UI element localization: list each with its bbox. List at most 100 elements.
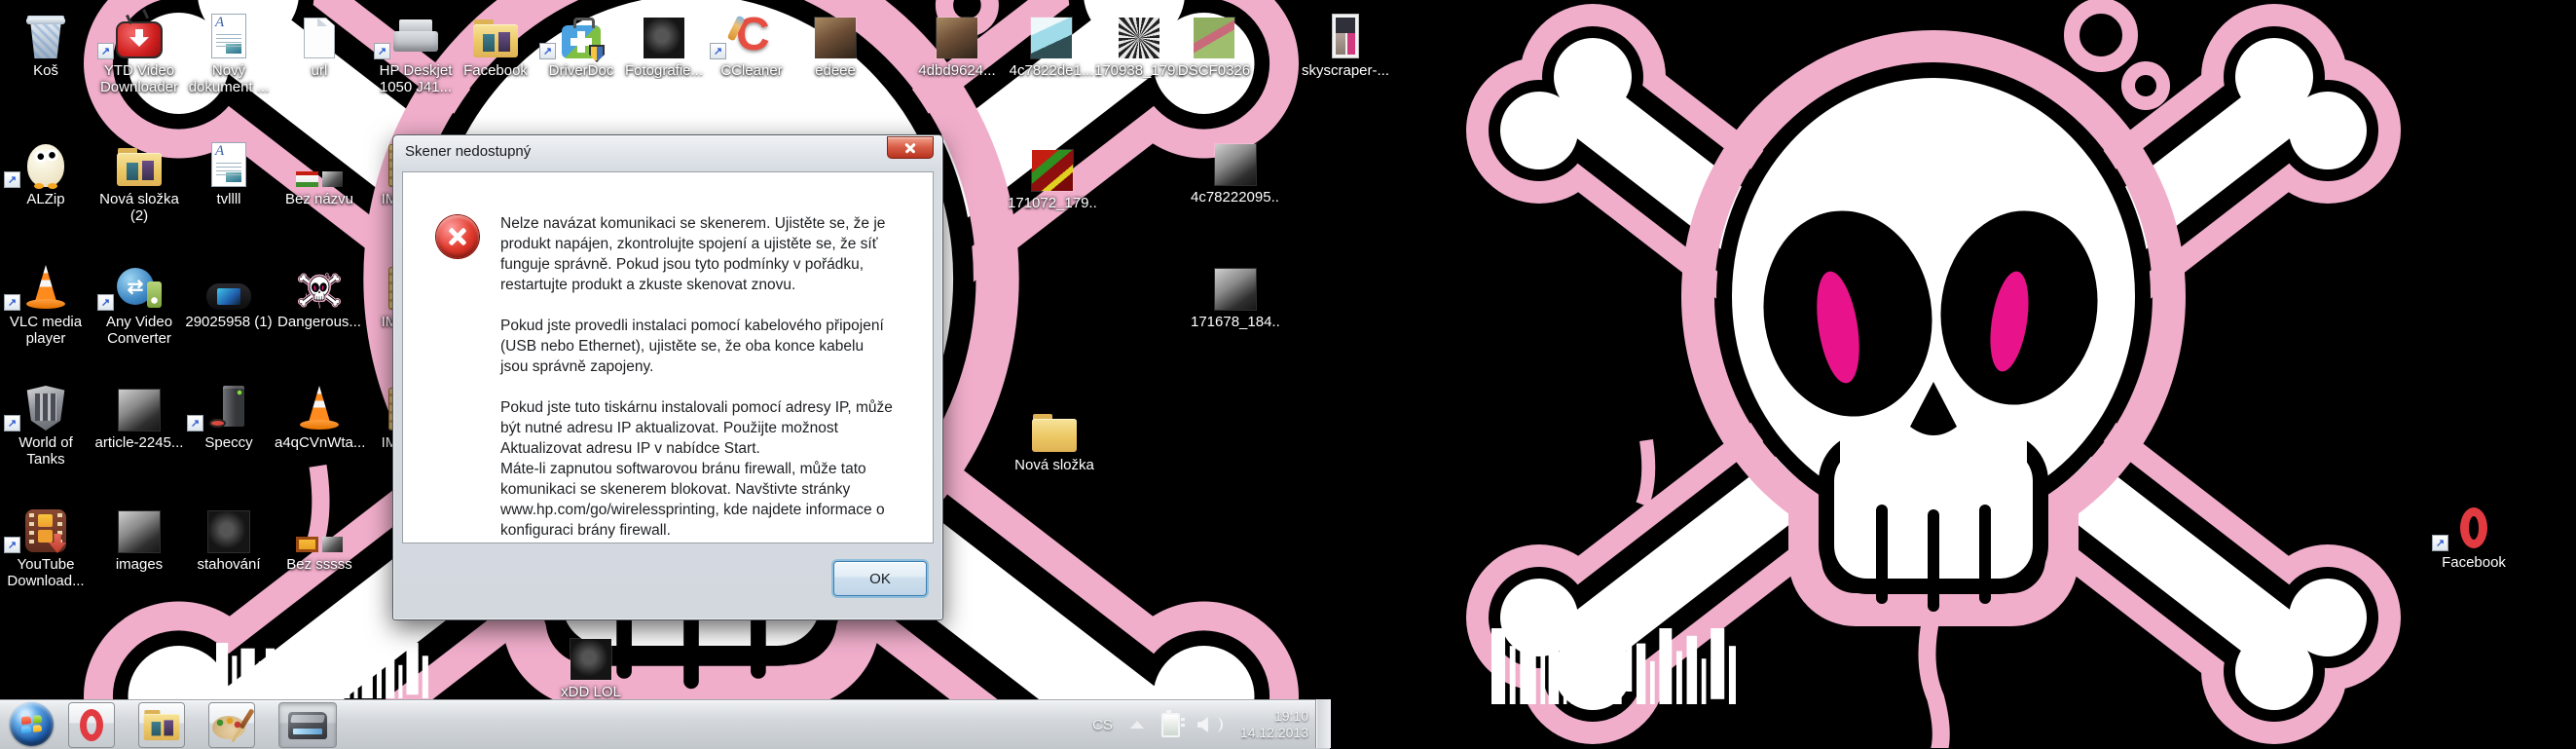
icon-label: Bez sssss — [286, 556, 352, 573]
shortcut-arrow-icon: ↗ — [188, 416, 202, 431]
taskbar-buttons — [68, 702, 337, 748]
skull-mini-icon — [275, 261, 364, 310]
desktop-icon-nov-slo-ka[interactable]: Nová složka — [1010, 404, 1099, 473]
desktop-icon-171678-184[interactable]: 171678_184... — [1191, 261, 1280, 330]
shortcut-arrow-icon: ↗ — [5, 172, 19, 187]
desktop-icon-dangerous[interactable]: Dangerous... — [275, 261, 364, 330]
desktop-icon-skyscraper[interactable]: skyscraper-... — [1301, 10, 1390, 79]
icon-label: Facebook — [463, 62, 528, 79]
icon-label: VLC media player — [9, 314, 83, 347]
desktop-icon-fotografie[interactable]: Fotografie... — [619, 10, 709, 79]
icon-label: 4dbd9624... — [918, 62, 996, 79]
page-icon — [184, 10, 274, 58]
desktop-icon-nov-dokument[interactable]: Nový dokument ... — [184, 10, 274, 95]
glyph — [937, 18, 977, 58]
icon-label: 171678_184... — [1191, 314, 1280, 330]
language-indicator[interactable]: CS — [1092, 717, 1113, 733]
ok-button[interactable]: OK — [833, 561, 927, 596]
icon-label: url — [311, 62, 328, 79]
desktop-icon-vlc-media-player[interactable]: ↗ VLC media player — [1, 261, 91, 347]
taskbar: CS 19:10 14.12.2013 — [0, 699, 1330, 749]
glyph — [1215, 144, 1256, 185]
photo-bw-icon — [1191, 261, 1280, 310]
desktop-icon-article-2245[interactable]: article-2245... — [94, 382, 184, 451]
desktop-icon-4c7822de1[interactable]: 4c7822de1... — [1007, 10, 1096, 79]
icon-label: skyscraper-... — [1301, 62, 1389, 79]
show-hidden-icons-icon[interactable] — [1129, 721, 1144, 729]
desktop-icon-stahov-n[interactable]: stahování — [184, 504, 274, 573]
icon-label: Bez názvu — [284, 191, 354, 207]
dialog-paragraph: Máte-li zapnutou softwarovou bránu firew… — [500, 461, 885, 539]
photo-green-icon — [1169, 10, 1259, 58]
taskbar-button-scanner[interactable] — [278, 702, 337, 748]
glyph — [1031, 18, 1072, 58]
start-button[interactable] — [10, 702, 54, 746]
glyph — [1032, 150, 1073, 191]
taskbar-button-opera-tb[interactable] — [68, 702, 115, 748]
icon-label: DriverDoc — [548, 62, 614, 79]
desktop-icon-tvllll[interactable]: tvllll — [184, 138, 274, 207]
dialog-message: Nelze navázat komunikaci se skenerem. Uj… — [500, 213, 894, 561]
desktop-icon-facebook[interactable]: Facebook — [451, 10, 540, 79]
taskbar-button-paint[interactable] — [208, 702, 255, 748]
close-icon[interactable] — [887, 136, 934, 159]
speaker-icon[interactable] — [1196, 717, 1208, 732]
glyph — [815, 18, 856, 58]
shortcut-arrow-icon: ↗ — [98, 295, 113, 310]
page-blank-icon — [275, 10, 364, 58]
tray-clock[interactable]: 19:10 14.12.2013 — [1240, 708, 1308, 741]
desktop-icon-4dbd9624[interactable]: 4dbd9624... — [912, 10, 1002, 79]
taskbar-button-explorer[interactable] — [138, 702, 185, 748]
desktop-icon-any-video-converter[interactable]: ↗ Any Video Converter — [94, 261, 184, 347]
desktop-icon-world-of-tanks[interactable]: ↗ World of Tanks — [1, 382, 91, 468]
photo-dark-icon — [184, 504, 274, 552]
glyph — [393, 19, 438, 58]
icon-label: xDD LOL — [561, 684, 621, 700]
battery-icon[interactable] — [1160, 709, 1185, 737]
desktop-icon-images[interactable]: images — [94, 504, 184, 573]
desktop-icon-29025958-1[interactable]: 29025958 (1) — [184, 261, 274, 330]
glyph — [1032, 414, 1077, 453]
alzip-icon: ↗ — [1, 138, 91, 189]
desktop-icon-youtube-download[interactable]: ↗ YouTube Download... — [1, 504, 91, 589]
desktop-icon-ko[interactable]: Koš — [1, 10, 91, 79]
system-tray: CS 19:10 14.12.2013 — [1092, 700, 1308, 749]
shortcut-arrow-icon: ↗ — [375, 44, 389, 58]
glyph — [473, 19, 518, 58]
photo-bw-icon — [1191, 136, 1280, 185]
icon-label: ALZip — [26, 191, 65, 207]
page-icon — [184, 138, 274, 187]
desktop-icon-url[interactable]: url — [275, 10, 364, 79]
desktop-icon-ccleaner[interactable]: ↗ CCleaner — [707, 8, 796, 79]
desktop-icon-nov-slo-ka-2[interactable]: Nová složka (2) — [94, 138, 184, 224]
desktop-icon-edeee[interactable]: edeee — [791, 10, 880, 79]
desktop-icon-a4qcvnwta[interactable]: a4qCVnWta... — [275, 382, 364, 451]
desktop-icons-layer: Koš ↗ YTD Video Downloader Nový dokument ..… — [0, 0, 2576, 748]
glyph — [116, 21, 163, 58]
desktop-icon-ytd-video-downloader[interactable]: ↗ YTD Video Downloader — [94, 10, 184, 95]
desktop-icon-speccy[interactable]: ↗ Speccy — [184, 382, 274, 451]
desktop-icon-hp-deskjet-1050-j41[interactable]: ↗ HP Deskjet 1050 J41... — [371, 10, 460, 95]
desktop-icon-dscf0326[interactable]: DSCF0326 — [1169, 10, 1259, 79]
desktop-icon-171072-179[interactable]: 171072_179... — [1008, 142, 1097, 211]
desktop-icon-facebook[interactable]: ↗ Facebook — [2429, 502, 2519, 571]
shortcut-arrow-icon: ↗ — [5, 538, 19, 552]
icon-label: Koš — [33, 62, 58, 79]
desktop-icon-xdd-lol[interactable]: xDD LOL — [546, 631, 636, 700]
desktop-icon-bez-n-zvu[interactable]: Bez názvu — [275, 138, 364, 207]
glyph — [117, 265, 162, 310]
desktop-icon-4c78222095[interactable]: 4c78222095... — [1191, 136, 1280, 206]
show-desktop-button[interactable] — [1315, 699, 1331, 748]
glyph — [1215, 269, 1256, 310]
glyph — [208, 511, 249, 552]
icon-label: 29025958 (1) — [185, 314, 273, 330]
glyph — [211, 142, 246, 187]
desktop-icon-alzip[interactable]: ↗ ALZip — [1, 138, 91, 207]
glyph — [730, 8, 773, 61]
icon-label: 4c78222095... — [1191, 189, 1280, 206]
glyph — [296, 169, 343, 187]
desktop-icon-driverdoc[interactable]: ↗ DriverDoc — [536, 10, 626, 79]
icon-label: YouTube Download... — [7, 556, 85, 589]
skull-glyph — [297, 271, 342, 310]
desktop-icon-bez-sssss[interactable]: Bez sssss — [275, 504, 364, 573]
